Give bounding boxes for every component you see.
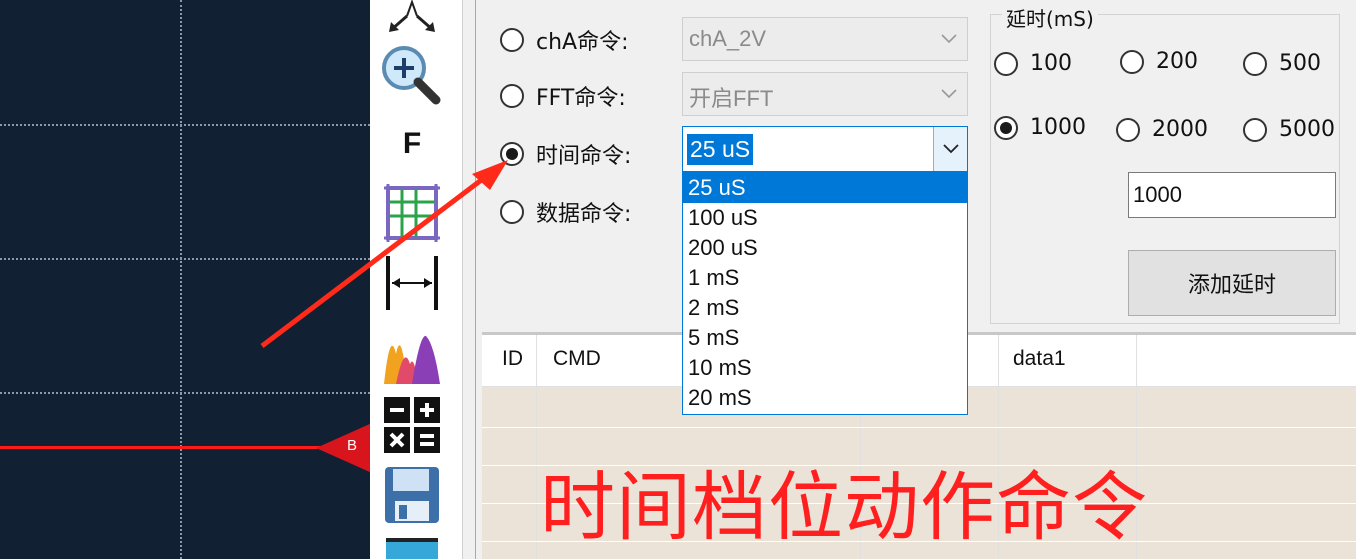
delay-option-1000[interactable]: 1000	[994, 115, 1086, 140]
grid-line	[0, 392, 370, 394]
column-header-cmd[interactable]: CMD	[553, 347, 601, 371]
delay-option-label: 5000	[1279, 117, 1335, 142]
oscilloscope-display[interactable]: B	[0, 0, 370, 559]
column-header-data1[interactable]: data1	[1013, 347, 1066, 371]
f-text-icon[interactable]: F	[380, 122, 444, 166]
cha-command-radio[interactable]: chA命令:	[500, 24, 629, 56]
zoom-in-icon[interactable]	[380, 44, 444, 106]
delay-option-label: 1000	[1030, 115, 1086, 140]
grid-line	[0, 124, 370, 126]
cha-command-select[interactable]: chA_2V	[682, 17, 968, 61]
channel-b-trace	[0, 446, 340, 449]
time-command-dropdown: 25 uS 100 uS 200 uS 1 mS 2 mS 5 mS 10 mS…	[682, 172, 968, 415]
time-command-label: 时间命令:	[536, 144, 632, 169]
data-command-label: 数据命令:	[536, 202, 632, 227]
dropdown-option[interactable]: 100 uS	[683, 203, 967, 233]
delay-option-100[interactable]: 100	[994, 51, 1072, 76]
radio-circle[interactable]	[500, 200, 524, 224]
channel-b-marker-label: B	[347, 437, 358, 454]
screen-icon[interactable]	[380, 536, 444, 559]
dropdown-option[interactable]: 200 uS	[683, 233, 967, 263]
radio-circle[interactable]	[994, 115, 1018, 140]
delay-option-200[interactable]: 200	[1120, 49, 1198, 74]
time-command-select[interactable]: 25 uS	[682, 126, 968, 172]
dropdown-option[interactable]: 1 mS	[683, 263, 967, 293]
delay-option-label: 100	[1030, 51, 1072, 76]
f-text-label: F	[402, 127, 422, 160]
add-delay-button[interactable]: 添加延时	[1128, 250, 1336, 316]
column-divider	[536, 335, 537, 559]
radio-circle[interactable]	[1243, 51, 1267, 76]
grid-line	[0, 258, 370, 260]
grid-line	[180, 0, 182, 559]
chevron-down-icon[interactable]	[931, 73, 967, 115]
calculator-icon[interactable]	[380, 394, 444, 456]
cha-command-label: chA命令:	[536, 30, 629, 55]
delay-option-2000[interactable]: 2000	[1116, 117, 1208, 142]
fft-command-value: 开启FFT	[689, 86, 774, 111]
fft-command-select[interactable]: 开启FFT	[682, 72, 968, 116]
delay-option-label: 200	[1156, 49, 1198, 74]
time-command-radio[interactable]: 时间命令:	[500, 138, 631, 170]
annotation-caption: 时间档位动作命令	[540, 463, 1149, 551]
dropdown-option[interactable]: 25 uS	[683, 173, 967, 203]
radio-circle[interactable]	[500, 28, 524, 52]
channel-b-marker[interactable]	[316, 423, 370, 473]
tool-sidebar: F	[370, 0, 462, 559]
delay-option-5000[interactable]: 5000	[1243, 117, 1335, 142]
radio-circle[interactable]	[500, 142, 524, 166]
spectrum-icon[interactable]	[380, 324, 444, 386]
radio-circle[interactable]	[1243, 117, 1267, 142]
radio-circle[interactable]	[1116, 117, 1140, 142]
delay-value-input[interactable]: 1000	[1128, 172, 1336, 218]
time-command-value: 25 uS	[687, 134, 754, 165]
chevron-down-icon[interactable]	[933, 127, 967, 171]
delay-option-label: 2000	[1152, 117, 1208, 142]
dropdown-option[interactable]: 2 mS	[683, 293, 967, 323]
radio-circle[interactable]	[500, 84, 524, 108]
delay-option-500[interactable]: 500	[1243, 51, 1321, 76]
delay-option-label: 500	[1279, 51, 1321, 76]
radio-circle[interactable]	[994, 51, 1018, 76]
radio-circle[interactable]	[1120, 49, 1144, 74]
horizontal-measure-icon[interactable]	[380, 254, 444, 312]
cha-command-value: chA_2V	[689, 26, 767, 51]
fft-command-label: FFT命令:	[536, 86, 626, 111]
dropdown-option[interactable]: 10 mS	[683, 353, 967, 383]
save-icon[interactable]	[380, 464, 444, 526]
chevron-down-icon[interactable]	[931, 18, 967, 60]
panel-splitter[interactable]	[462, 0, 476, 559]
grid-icon[interactable]	[380, 180, 444, 246]
dropdown-option[interactable]: 20 mS	[683, 383, 967, 413]
fft-command-radio[interactable]: FFT命令:	[500, 80, 626, 112]
data-command-radio[interactable]: 数据命令:	[500, 196, 631, 228]
row-divider	[482, 427, 1356, 428]
dropdown-option[interactable]: 5 mS	[683, 323, 967, 353]
move-arrows-icon[interactable]	[380, 0, 444, 34]
column-header-id[interactable]: ID	[502, 347, 523, 371]
delay-group-title: 延时(mS)	[1002, 3, 1098, 32]
